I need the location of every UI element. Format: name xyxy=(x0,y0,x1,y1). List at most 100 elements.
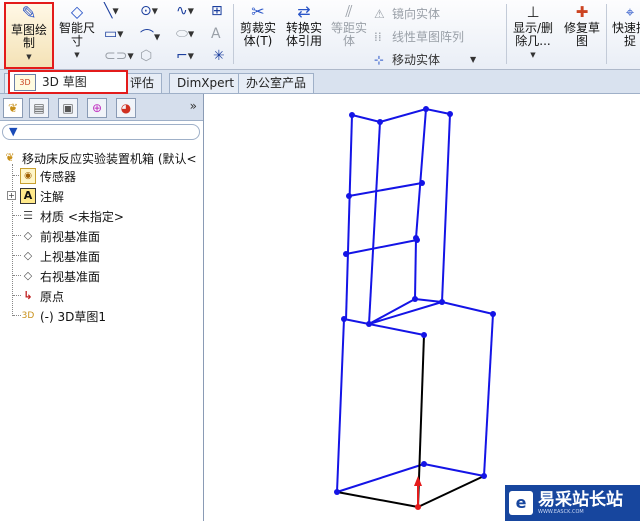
chevron-down-icon: ▼ xyxy=(187,6,194,16)
repair-sketch-button[interactable]: ✚ 修复草 图 xyxy=(562,2,602,48)
tree-connector xyxy=(12,164,13,316)
annotation-icon: A xyxy=(20,188,36,204)
offset-icon: ⫽ xyxy=(345,2,353,21)
sketch-point xyxy=(334,489,340,495)
point-tool[interactable]: ✳ xyxy=(213,48,225,64)
linear-pattern-icon: ⁞⁞ xyxy=(374,29,382,44)
chevron-down-icon: ▼ xyxy=(187,51,194,61)
grid-tool[interactable]: ⊞ xyxy=(211,3,223,19)
tree-root[interactable]: ❦ 移动床反应实验装置机箱 (默认< xyxy=(2,148,196,168)
material-icon: ☰ xyxy=(23,209,33,222)
convert-entities-button[interactable]: ⇄ 转换实 体引用 xyxy=(283,2,325,48)
sketch-point xyxy=(366,321,372,327)
tab-3d-sketch[interactable]: 3D 3D 草图 xyxy=(8,70,128,94)
sketch-point xyxy=(341,316,347,322)
tree-item-right-plane[interactable]: ◇ 右视基准面 xyxy=(20,266,100,286)
text-icon: A xyxy=(211,26,221,42)
rectangle-tool[interactable]: ▭▼ xyxy=(104,26,123,42)
tree-item-sensors[interactable]: ◉ 传感器 xyxy=(20,166,76,186)
trim-label: 剪裁实 体(T) xyxy=(239,21,276,48)
feature-tree-tab[interactable]: ❦ xyxy=(3,98,23,118)
tree-item-origin[interactable]: ↳ 原点 xyxy=(20,286,64,306)
3d-sketch-icon: 3D xyxy=(21,311,35,321)
dimxpert-icon: ⊕ xyxy=(91,101,103,115)
linear-pattern-label: 线性草图阵列 xyxy=(392,30,465,44)
chevron-down-icon: ▼ xyxy=(470,55,477,64)
tab-3d-sketch-label: 3D 草图 xyxy=(42,75,87,89)
quick-snaps-button[interactable]: ⌖ 快速捕 捉 xyxy=(610,2,640,48)
tab-dimxpert[interactable]: DimXpert xyxy=(169,73,243,93)
sketch-line xyxy=(345,114,353,321)
sketch-points xyxy=(334,106,496,495)
mirror-entities-button[interactable]: ⚠ 镜向实体 xyxy=(374,5,440,22)
tree-item-material[interactable]: ☰ 材质 <未指定> xyxy=(20,206,124,226)
rectangle-icon: ▭ xyxy=(104,26,118,42)
expand-plus-icon[interactable]: + xyxy=(7,191,16,200)
sketch-point xyxy=(439,299,445,305)
convert-label: 转换实 体引用 xyxy=(285,21,322,48)
dimxpert-manager-tab[interactable]: ⊕ xyxy=(87,98,107,118)
repair-icon: ✚ xyxy=(575,3,589,21)
move-entities-button[interactable]: ⊹ 移动实体 ▼ xyxy=(374,51,476,68)
graphics-viewport[interactable]: e 易采站长站 WWW.EASCK.COM xyxy=(205,94,640,521)
ribbon-separator xyxy=(606,4,607,64)
watermark-logo: e 易采站长站 WWW.EASCK.COM xyxy=(505,485,640,521)
sketch-line xyxy=(424,335,484,476)
quick-snaps-icon: ⌖ xyxy=(625,3,635,21)
chevron-down-icon: ▼ xyxy=(112,6,119,16)
arc-tool[interactable]: ⌒▼ xyxy=(140,26,160,46)
linear-pattern-button[interactable]: ⁞⁞ 线性草图阵列 xyxy=(374,28,464,45)
chevron-down-icon: ▼ xyxy=(74,51,80,59)
tree-item-annotations[interactable]: A 注解 xyxy=(20,186,64,206)
tree-item-label: 注解 xyxy=(40,189,65,204)
3d-sketch-icon: 3D xyxy=(14,73,36,91)
sketch-point xyxy=(421,332,427,338)
offset-entities-button[interactable]: ⫽ 等距实 体 xyxy=(329,2,369,48)
feature-manager-panel: ❦ ▤ ▣ ⊕ ◕ » ▼ ❦ 移动床反应实验装置机箱 (默认< ◉ 传感器 +… xyxy=(0,94,204,521)
text-tool[interactable]: A xyxy=(211,26,221,42)
watermark-icon: e xyxy=(509,491,533,515)
fillet-tool[interactable]: ⌐▼ xyxy=(176,48,194,64)
quick-snaps-label: 快速捕 捉 xyxy=(611,21,640,48)
command-tabs: 评估 DimXpert 办公室产品 3D 3D 草图 xyxy=(0,70,640,94)
display-icon: ◕ xyxy=(120,101,132,115)
filter-icon: ▼ xyxy=(9,125,18,138)
tree-item-top-plane[interactable]: ◇ 上视基准面 xyxy=(20,246,100,266)
part-icon: ❦ xyxy=(5,151,15,164)
display-manager-tab[interactable]: ◕ xyxy=(116,98,136,118)
line-tool[interactable]: ╲▼ xyxy=(104,3,119,19)
tree-item-label: (-) 3D草图1 xyxy=(40,309,107,324)
sketch-line xyxy=(483,313,494,477)
smart-dimension-button[interactable]: ◇ 智能尺 寸 ▼ xyxy=(57,2,97,62)
plane-icon: ◇ xyxy=(23,249,33,262)
sketch-point xyxy=(413,235,419,241)
trim-entities-button[interactable]: ✂ 剪裁实 体(T) xyxy=(237,2,279,48)
chevron-down-icon: ▼ xyxy=(530,51,536,59)
active-line xyxy=(336,491,419,508)
display-delete-relations-button[interactable]: ⊥ 显示/删 除几... ▼ xyxy=(510,2,556,62)
tree-item-front-plane[interactable]: ◇ 前视基准面 xyxy=(20,226,100,246)
ellipse-tool[interactable]: ⬭▼ xyxy=(176,26,194,42)
smart-dimension-label: 智能尺 寸 xyxy=(58,21,95,48)
tree-item-label: 材质 <未指定> xyxy=(40,209,124,224)
tab-evaluate[interactable]: 评估 xyxy=(122,73,163,93)
slot-tool[interactable]: ⊂⊃▼ xyxy=(104,48,134,64)
property-manager-tab[interactable]: ▤ xyxy=(29,98,49,118)
configuration-manager-tab[interactable]: ▣ xyxy=(58,98,78,118)
sketch-point xyxy=(343,251,349,257)
circle-tool[interactable]: ⊙▼ xyxy=(140,3,158,19)
filter-bar[interactable]: ▼ xyxy=(2,124,200,140)
arc-icon: ⌒ xyxy=(140,29,154,45)
sketch-line xyxy=(336,463,425,493)
move-label: 移动实体 xyxy=(392,53,441,67)
tree-item-label: 前视基准面 xyxy=(40,229,101,244)
polygon-tool[interactable]: ⬡ xyxy=(140,48,152,64)
mirror-icon: ⚠ xyxy=(374,6,385,21)
spline-tool[interactable]: ∿▼ xyxy=(176,3,194,19)
tree-item-3d-sketch[interactable]: 3D (-) 3D草图1 xyxy=(20,306,106,326)
property-icon: ▤ xyxy=(33,101,45,115)
sketch-button[interactable]: ✎ 草图绘 制 ▼ xyxy=(4,2,54,69)
expand-chevron-icon[interactable]: » xyxy=(190,99,197,113)
polygon-icon: ⬡ xyxy=(140,48,153,64)
tab-office-products[interactable]: 办公室产品 xyxy=(238,73,315,93)
